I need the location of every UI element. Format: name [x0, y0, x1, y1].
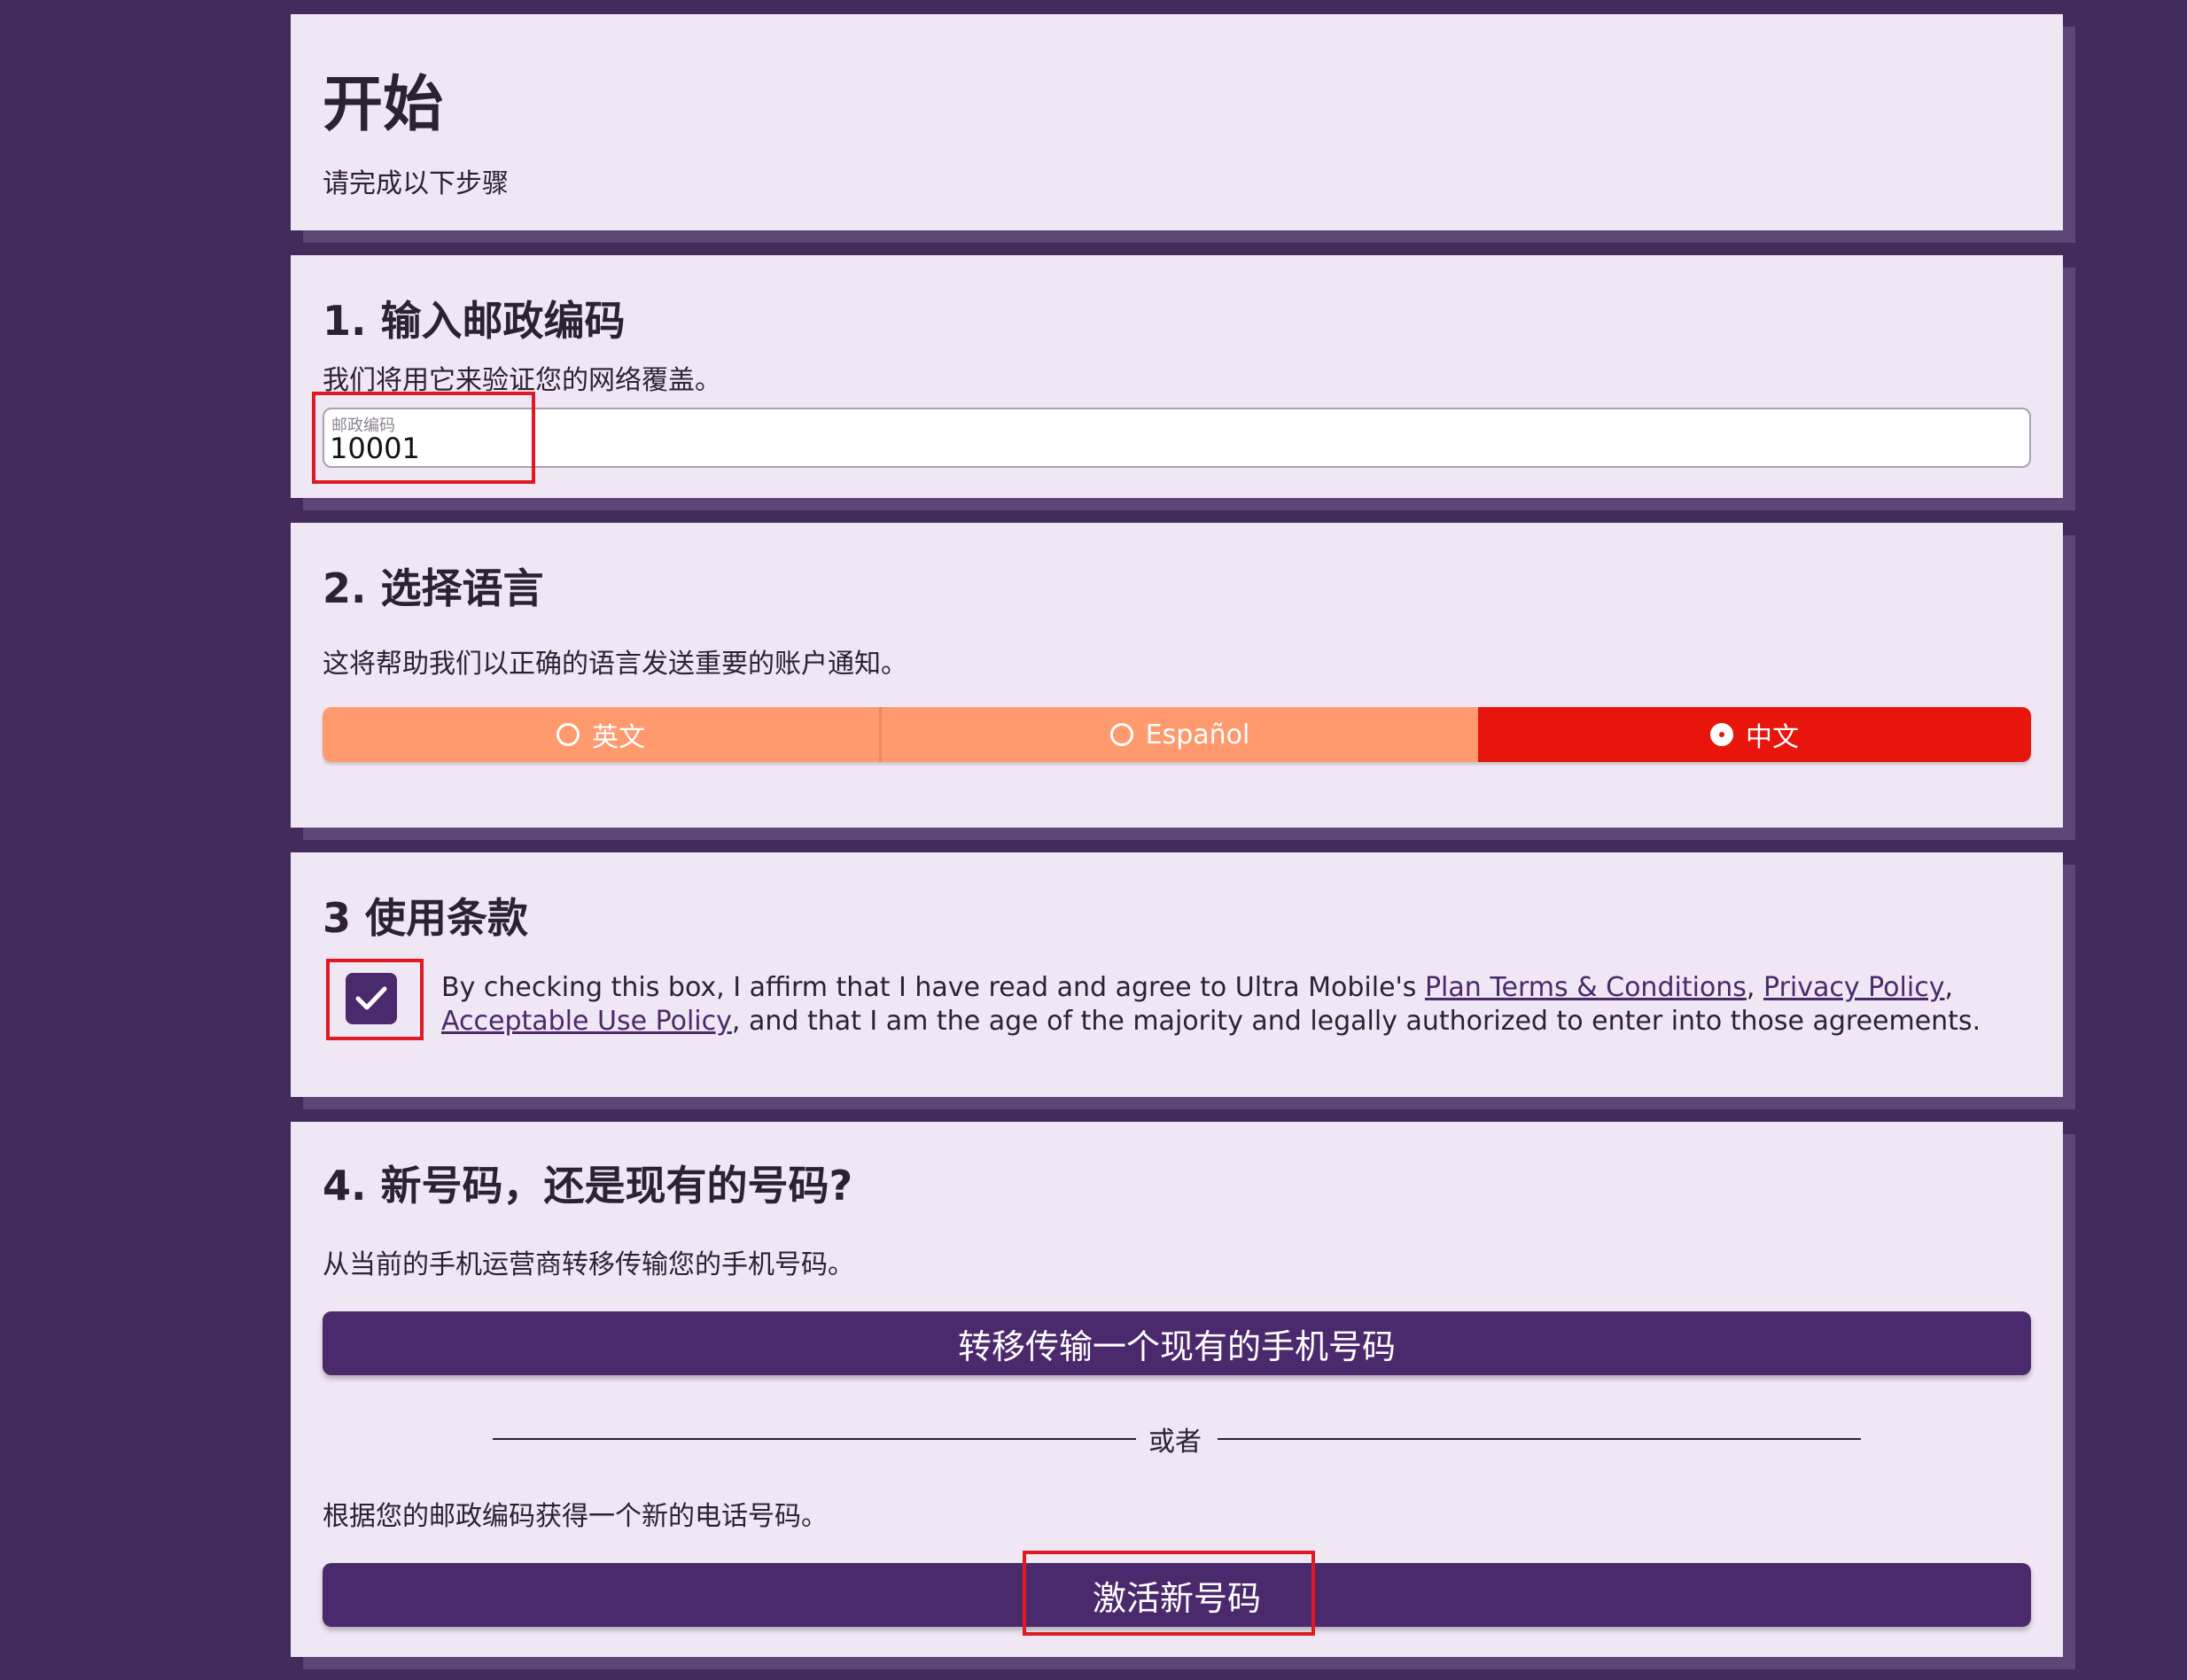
page-title: 开始 [323, 70, 444, 140]
divider-left [493, 1438, 1136, 1440]
transfer-description: 从当前的手机运营商转移传输您的手机号码。 [323, 1249, 854, 1280]
terms-separator: , [1944, 972, 1953, 1003]
zip-code-card: 1. 输入邮政编码 我们将用它来验证您的网络覆盖。 邮政编码 [291, 255, 2063, 498]
language-option-label: Español [1145, 719, 1250, 751]
step1-title: 1. 输入邮政编码 [323, 297, 626, 345]
language-option-label: 英文 [592, 722, 645, 753]
terms-separator: , [1746, 972, 1763, 1003]
terms-text: By checking this box, I affirm that I ha… [441, 971, 2036, 1038]
acceptable-use-policy-link[interactable]: Acceptable Use Policy [441, 1006, 732, 1037]
new-number-description: 根据您的邮政编码获得一个新的电话号码。 [323, 1501, 828, 1532]
language-selector: 英文 Español 中文 [323, 707, 2031, 762]
terms-card: 3 使用条款 By checking this box, I affirm th… [291, 852, 2063, 1097]
step2-description: 这将帮助我们以正确的语言发送重要的账户通知。 [323, 649, 907, 680]
plan-terms-link[interactable]: Plan Terms & Conditions [1425, 972, 1747, 1003]
number-choice-card: 4. 新号码，还是现有的号码? 从当前的手机运营商转移传输您的手机号码。 转移传… [291, 1122, 2063, 1657]
language-option-label: 中文 [1746, 722, 1799, 753]
language-option-spanish[interactable]: Español [879, 707, 1478, 762]
or-label: 或者 [1148, 1427, 1202, 1458]
terms-checkbox[interactable] [346, 973, 397, 1024]
terms-text-part: , and that I am the age of the majority … [731, 1006, 1981, 1037]
transfer-number-button[interactable]: 转移传输一个现有的手机号码 [323, 1311, 2031, 1375]
language-option-chinese[interactable]: 中文 [1478, 707, 2031, 762]
radio-selected-icon [1710, 723, 1733, 746]
step2-title: 2. 选择语言 [323, 564, 544, 612]
activate-new-number-button[interactable]: 激活新号码 [323, 1563, 2031, 1627]
privacy-policy-link[interactable]: Privacy Policy [1763, 972, 1944, 1003]
language-card: 2. 选择语言 这将帮助我们以正确的语言发送重要的账户通知。 英文 Españo… [291, 523, 2063, 828]
zip-code-field[interactable]: 邮政编码 [323, 408, 2031, 468]
step4-title: 4. 新号码，还是现有的号码? [323, 1162, 853, 1209]
divider-right [1218, 1438, 1861, 1440]
language-option-english[interactable]: 英文 [323, 707, 879, 762]
radio-icon [556, 723, 580, 746]
zip-code-input[interactable] [330, 432, 773, 464]
page-subtitle: 请完成以下步骤 [323, 168, 509, 199]
step1-description: 我们将用它来验证您的网络覆盖。 [323, 365, 721, 396]
intro-card: 开始 请完成以下步骤 [291, 14, 2063, 230]
step3-title: 3 使用条款 [323, 894, 529, 942]
check-icon [355, 986, 387, 1010]
radio-icon [1109, 723, 1133, 746]
terms-text-part: By checking this box, I affirm that I ha… [441, 972, 1425, 1003]
